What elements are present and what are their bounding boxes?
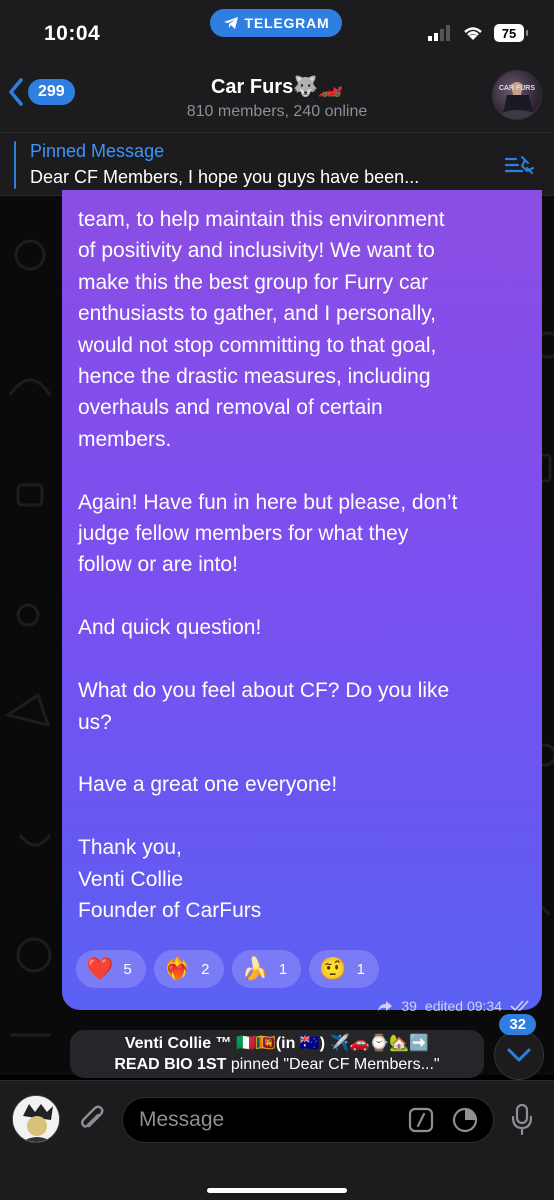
status-bar: 10:04 TELEGRAM 75 — [0, 0, 554, 64]
pinned-indicator — [14, 141, 16, 189]
wifi-icon — [464, 27, 482, 40]
reaction-banana[interactable]: 🍌 1 — [231, 950, 302, 988]
reaction-heart[interactable]: ❤️ 5 — [76, 950, 146, 988]
reactions-row: ❤️ 5 ❤️‍🔥 2 🍌 1 🤨 1 — [76, 950, 379, 988]
edited-time: edited 09:34 — [424, 998, 502, 1014]
scroll-down-button[interactable] — [494, 1030, 544, 1080]
telegram-banner[interactable]: TELEGRAM — [210, 9, 342, 37]
send-as-avatar[interactable] — [12, 1095, 60, 1143]
home-indicator — [207, 1188, 347, 1193]
input-bar: Message — [0, 1080, 554, 1200]
forward-icon — [378, 1001, 393, 1011]
status-icons: 75 — [428, 24, 528, 42]
reaction-raised-eyebrow[interactable]: 🤨 1 — [309, 950, 379, 988]
reaction-count: 1 — [278, 960, 288, 978]
pinned-service-message[interactable]: Venti Collie ™ 🇮🇹🇱🇰(in 🇦🇺) ✈️🚗⌚🏡➡️ READ … — [70, 1030, 484, 1078]
banner-label: TELEGRAM — [244, 15, 330, 31]
message-input[interactable]: Message — [122, 1097, 494, 1143]
message-text: team, to help maintain this environment … — [78, 208, 458, 922]
chat-header: 299 Car Furs🐺🏎️ 810 members, 240 online … — [0, 64, 554, 132]
unread-count-badge: 32 — [499, 1014, 536, 1035]
message-meta: 39 edited 09:34 — [377, 998, 530, 1014]
pinned-title: Pinned Message — [30, 141, 165, 161]
paperclip-icon — [81, 1105, 104, 1128]
double-check-icon — [510, 1000, 529, 1012]
heart-on-fire-icon: ❤️‍🔥 — [163, 956, 192, 981]
clock: 10:04 — [44, 22, 101, 45]
service-author-bio: READ BIO 1ST — [114, 1056, 227, 1073]
group-avatar-label: CAR FURS — [498, 85, 535, 92]
commands-icon — [408, 1107, 434, 1133]
service-author: Venti Collie ™ 🇮🇹🇱🇰(in 🇦🇺) ✈️🚗⌚🏡➡️ — [124, 1035, 430, 1052]
chat-title-area[interactable]: Car Furs🐺🏎️ 810 members, 240 online — [0, 74, 554, 121]
telegram-icon — [223, 17, 238, 29]
heart-icon: ❤️ — [86, 956, 114, 981]
sticker-icon — [452, 1107, 478, 1133]
reaction-count: 2 — [201, 960, 210, 978]
reaction-count: 1 — [356, 960, 365, 978]
signal-icon — [428, 25, 450, 41]
group-avatar-image — [497, 82, 539, 119]
reaction-heart-on-fire[interactable]: ❤️‍🔥 2 — [153, 950, 224, 988]
commands-button[interactable] — [408, 1107, 434, 1138]
chat-title: Car Furs🐺🏎️ — [210, 76, 344, 98]
battery-icon: 75 — [494, 24, 528, 42]
voice-record-button[interactable] — [510, 1103, 534, 1142]
pinned-text: Dear CF Members, I hope you guys have be… — [30, 167, 420, 187]
raised-eyebrow-icon: 🤨 — [319, 956, 347, 981]
pin-list-icon[interactable] — [504, 153, 534, 182]
service-action: READ BIO 1ST pinned "Dear CF Members..." — [70, 1054, 484, 1075]
group-avatar[interactable]: CAR FURS — [492, 70, 542, 120]
attach-button[interactable] — [78, 1103, 104, 1140]
sticker-button[interactable] — [452, 1107, 478, 1138]
chat-subtitle: 810 members, 240 online — [186, 103, 368, 120]
chevron-down-icon — [507, 1048, 531, 1062]
user-avatar-image — [13, 1096, 59, 1142]
forward-count: 39 — [401, 998, 417, 1014]
pinned-message-bar[interactable]: Pinned Message Dear CF Members, I hope y… — [0, 132, 554, 196]
service-pin-text: pinned "Dear CF Members..." — [226, 1056, 440, 1073]
microphone-icon — [511, 1103, 533, 1136]
reaction-count: 5 — [123, 960, 132, 978]
message-bubble[interactable]: team, to help maintain this environment … — [62, 190, 542, 1014]
banana-icon: 🍌 — [241, 956, 269, 981]
